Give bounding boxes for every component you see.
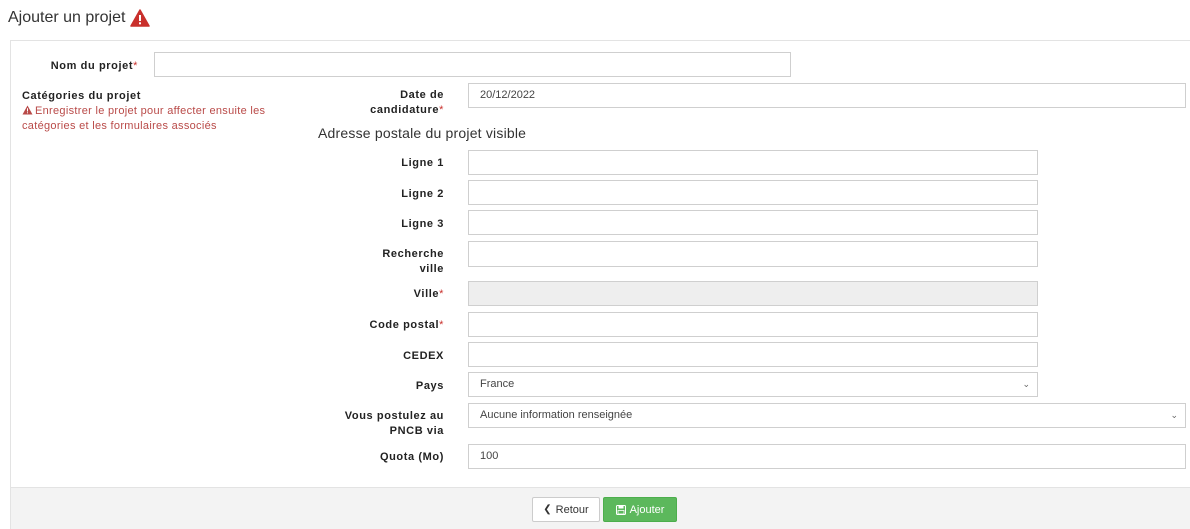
add-button-label: Ajouter bbox=[629, 503, 665, 516]
city-input bbox=[468, 281, 1038, 306]
postal-code-input[interactable] bbox=[468, 312, 1038, 337]
categories-title: Catégories du projet bbox=[22, 90, 141, 102]
country-label: Pays bbox=[415, 380, 444, 392]
cedex-label: CEDEX bbox=[403, 350, 444, 362]
chevron-down-icon: ⌄ bbox=[1022, 379, 1030, 389]
date-label: Date de candidature* bbox=[370, 89, 444, 116]
line3-label: Ligne 3 bbox=[401, 218, 444, 230]
applying-via-label: Vous postulez au PNCB via bbox=[344, 410, 444, 437]
page-title: Ajouter un projet bbox=[8, 9, 151, 27]
save-icon bbox=[615, 504, 626, 515]
country-select-value: France bbox=[480, 378, 515, 390]
line2-label: Ligne 2 bbox=[401, 188, 444, 200]
city-label: Ville* bbox=[413, 288, 444, 300]
postal-code-label: Code postal* bbox=[369, 319, 444, 331]
warning-triangle-icon bbox=[130, 9, 151, 27]
quota-input[interactable]: 100 bbox=[468, 444, 1186, 469]
date-input[interactable]: 20/12/2022 bbox=[468, 83, 1186, 108]
project-name-label: Nom du projet* bbox=[50, 60, 138, 72]
line3-input[interactable] bbox=[468, 210, 1038, 235]
country-select[interactable]: France ⌄ bbox=[468, 372, 1038, 397]
form-footer bbox=[10, 487, 1190, 529]
warning-small-icon bbox=[22, 105, 33, 115]
chevron-left-icon: ❮ bbox=[543, 504, 552, 515]
quota-label: Quota (Mo) bbox=[379, 451, 444, 463]
line2-input[interactable] bbox=[468, 180, 1038, 205]
back-button-label: Retour bbox=[555, 503, 589, 516]
add-button[interactable]: Ajouter bbox=[603, 497, 677, 522]
page-title-text: Ajouter un projet bbox=[8, 9, 126, 26]
back-button[interactable]: ❮ Retour bbox=[532, 497, 600, 522]
project-name-input[interactable] bbox=[154, 52, 791, 77]
line1-input[interactable] bbox=[468, 150, 1038, 175]
applying-via-select[interactable]: Aucune information renseignée ⌄ bbox=[468, 403, 1186, 428]
categories-warning-text: Enregistrer le projet pour affecter ensu… bbox=[22, 105, 266, 132]
city-search-label: Recherche ville bbox=[382, 248, 444, 275]
city-search-input[interactable] bbox=[468, 241, 1038, 267]
address-section-title: Adresse postale du projet visible bbox=[318, 125, 527, 141]
cedex-input[interactable] bbox=[468, 342, 1038, 367]
line1-label: Ligne 1 bbox=[401, 157, 444, 169]
chevron-down-icon: ⌄ bbox=[1170, 410, 1178, 420]
applying-via-select-value: Aucune information renseignée bbox=[480, 409, 633, 421]
categories-warning: Enregistrer le projet pour affecter ensu… bbox=[22, 104, 307, 134]
